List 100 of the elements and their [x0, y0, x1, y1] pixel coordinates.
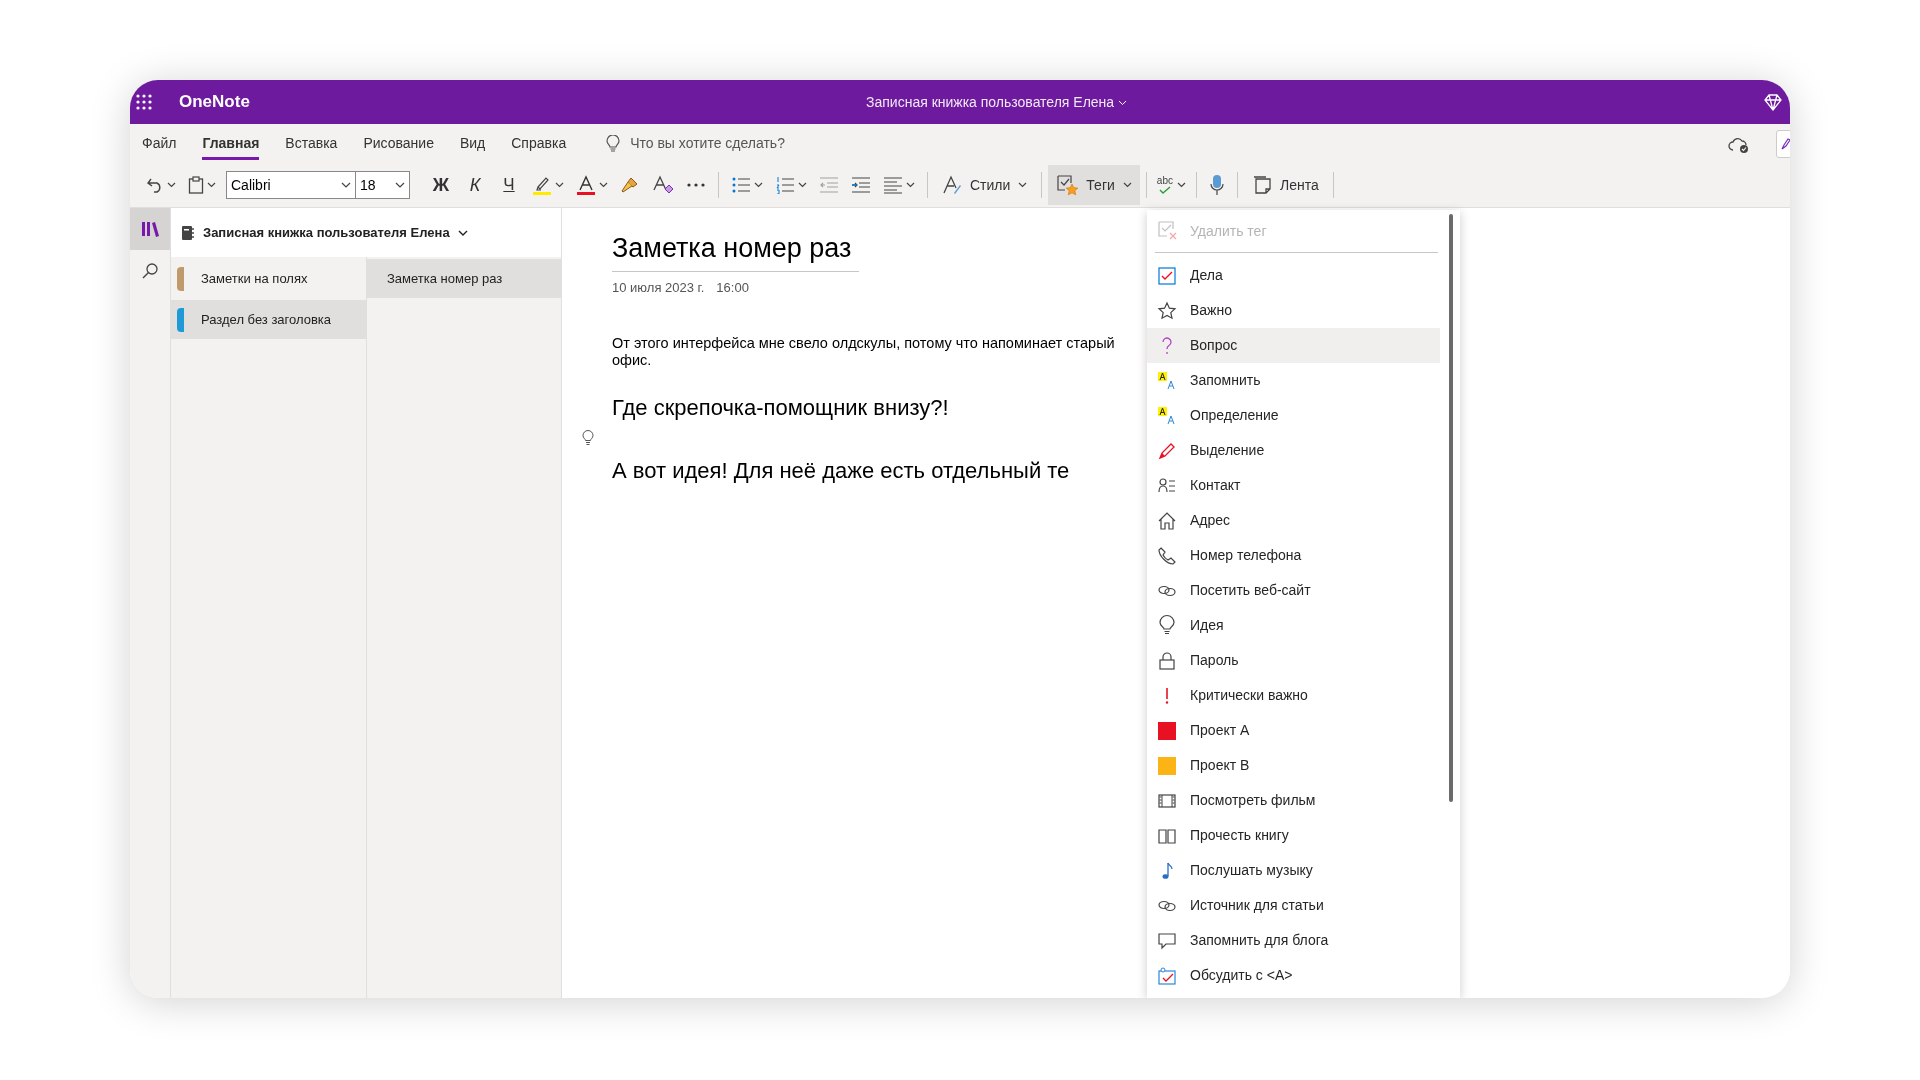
- tag-menu-item[interactable]: Идея: [1147, 608, 1440, 643]
- font-name-field[interactable]: Calibri: [226, 171, 356, 199]
- note-time: 16:00: [716, 278, 749, 297]
- tag-menu-item[interactable]: Критически важно: [1147, 678, 1440, 713]
- search-icon: [141, 262, 159, 280]
- ribbon-tab[interactable]: Вставка: [285, 124, 338, 163]
- notebooks-button[interactable]: [130, 208, 170, 250]
- checkmark-icon: [1157, 186, 1172, 194]
- open-book-icon: [1158, 826, 1176, 845]
- tag-menu-item[interactable]: Пароль: [1147, 643, 1440, 678]
- tag-menu-item[interactable]: Запомнить для блога: [1147, 923, 1440, 958]
- chevron-icon[interactable]: [754, 182, 763, 188]
- styles-icon: [942, 175, 962, 195]
- chevron-icon[interactable]: [457, 228, 468, 237]
- ribbon-tab[interactable]: Файл: [142, 124, 177, 163]
- speech-bubble-icon: [1158, 931, 1176, 950]
- notes-button[interactable]: Лента: [1243, 165, 1327, 205]
- tag-menu-item[interactable]: Запомнить: [1147, 363, 1440, 398]
- remove-tag-icon: [1158, 221, 1178, 241]
- search-field[interactable]: Что вы хотите сделать?: [630, 133, 851, 154]
- bold-button[interactable]: Ж: [424, 171, 458, 199]
- highlighter-icon[interactable]: [532, 175, 552, 195]
- ribbon-tab[interactable]: Справка: [511, 124, 567, 163]
- tag-menu-item[interactable]: Послушать музыку: [1147, 853, 1440, 888]
- highlighted-letters-icon: [1158, 371, 1176, 390]
- tag-menu-item[interactable]: Адрес: [1147, 503, 1440, 538]
- notebook-header[interactable]: Записная книжка пользователя Елена: [171, 208, 561, 257]
- note-title: Заметка номер раз: [612, 228, 860, 272]
- star-icon: [1158, 301, 1176, 320]
- app-name: OneNote: [179, 91, 250, 114]
- more-icon[interactable]: [686, 182, 706, 188]
- tag-menu-item[interactable]: Контакт: [1147, 468, 1440, 503]
- paintbrush-icon[interactable]: [620, 175, 640, 195]
- section-item[interactable]: Заметки на полях: [171, 259, 366, 298]
- styles-button[interactable]: Стили: [934, 165, 1036, 205]
- app-launcher-icon[interactable]: [136, 94, 152, 110]
- tag-menu-item[interactable]: Источник для статьи: [1147, 888, 1440, 923]
- tag-menu-item[interactable]: Вопрос: [1147, 328, 1440, 363]
- note-heading: А вот идея! Для неё даже есть отдельный те: [612, 457, 1070, 485]
- chevron-icon[interactable]: [906, 182, 915, 188]
- chevron-icon[interactable]: [167, 182, 176, 188]
- tag-menu-item[interactable]: Номер телефона: [1147, 538, 1440, 573]
- spelling-button[interactable]: abc: [1156, 176, 1173, 194]
- chevron-icon[interactable]: [207, 182, 216, 188]
- tag-menu-item[interactable]: Дела: [1147, 258, 1440, 293]
- person-checkbox-icon: [1158, 966, 1176, 985]
- phone-icon: [1158, 546, 1176, 565]
- tag-menu-item[interactable]: Важно: [1147, 293, 1440, 328]
- padlock-icon: [1158, 651, 1176, 670]
- notebook-title: Записная книжка пользователя Елена: [203, 223, 450, 242]
- indent-icon[interactable]: [851, 176, 871, 194]
- film-icon: [1158, 791, 1176, 810]
- microphone-icon[interactable]: [1208, 174, 1225, 196]
- clear-format-icon[interactable]: [652, 175, 674, 195]
- notebook-title-button[interactable]: Записная книжка пользователя Елена: [866, 92, 1128, 113]
- page-item[interactable]: Заметка номер раз: [367, 259, 561, 298]
- chevron-icon[interactable]: [1176, 182, 1186, 188]
- chevron-icon: [1018, 182, 1028, 188]
- tag-menu-item[interactable]: Прочесть книгу: [1147, 818, 1440, 853]
- scrollbar[interactable]: [1449, 214, 1453, 802]
- contact-icon: [1158, 476, 1176, 495]
- notebook-icon: [181, 224, 195, 241]
- exclamation-icon: [1165, 686, 1169, 705]
- note-date: 10 июля 2023 г.: [612, 278, 705, 297]
- chevron-icon: [341, 182, 351, 188]
- clipboard-icon[interactable]: [188, 176, 204, 194]
- section-label: Раздел без заголовка: [201, 310, 332, 329]
- chevron-icon: [1118, 99, 1128, 106]
- italic-button[interactable]: К: [458, 171, 492, 199]
- section-item[interactable]: Раздел без заголовка: [171, 300, 366, 339]
- note-paragraph: От этого интерфейса мне свело олдскулы, потому что напоминает старый офис.: [612, 335, 1116, 369]
- highlighted-letters-icon: [1158, 406, 1176, 425]
- tags-button[interactable]: Теги: [1048, 165, 1140, 205]
- ribbon-tab[interactable]: Главная: [202, 124, 260, 163]
- underline-button[interactable]: Ч: [492, 172, 526, 198]
- library-icon: [141, 220, 159, 238]
- font-size-field[interactable]: 18: [356, 171, 410, 199]
- tag-menu-item[interactable]: Выделение: [1147, 433, 1440, 468]
- pen-icon: [1158, 441, 1176, 460]
- notes-icon: [1251, 175, 1272, 195]
- cloud-sync-icon[interactable]: [1728, 136, 1750, 154]
- undo-icon[interactable]: [146, 176, 164, 194]
- lightbulb-icon[interactable]: [582, 430, 594, 446]
- tag-menu-item[interactable]: Обсудить с <A>: [1147, 958, 1440, 993]
- checkbox-icon: [1158, 266, 1176, 285]
- tag-menu-item[interactable]: Определение: [1147, 398, 1440, 433]
- chevron-icon[interactable]: [798, 182, 807, 188]
- ribbon-tab[interactable]: Вид: [459, 124, 486, 163]
- chevron-icon[interactable]: [599, 182, 608, 188]
- tag-menu-item[interactable]: Посмотреть фильм: [1147, 783, 1440, 818]
- tag-menu-item[interactable]: Посетить веб-сайт: [1147, 573, 1440, 608]
- tag-menu-item[interactable]: Проект A: [1147, 713, 1440, 748]
- house-icon: [1158, 511, 1176, 530]
- ribbon-tab[interactable]: Рисование: [363, 124, 434, 163]
- bullets-icon[interactable]: [731, 176, 751, 194]
- tag-menu-item[interactable]: Проект B: [1147, 748, 1440, 783]
- chevron-icon[interactable]: [555, 182, 564, 188]
- font-color-icon[interactable]: [576, 175, 596, 195]
- lightbulb-icon: [606, 134, 621, 153]
- diamond-icon[interactable]: [1764, 93, 1782, 111]
